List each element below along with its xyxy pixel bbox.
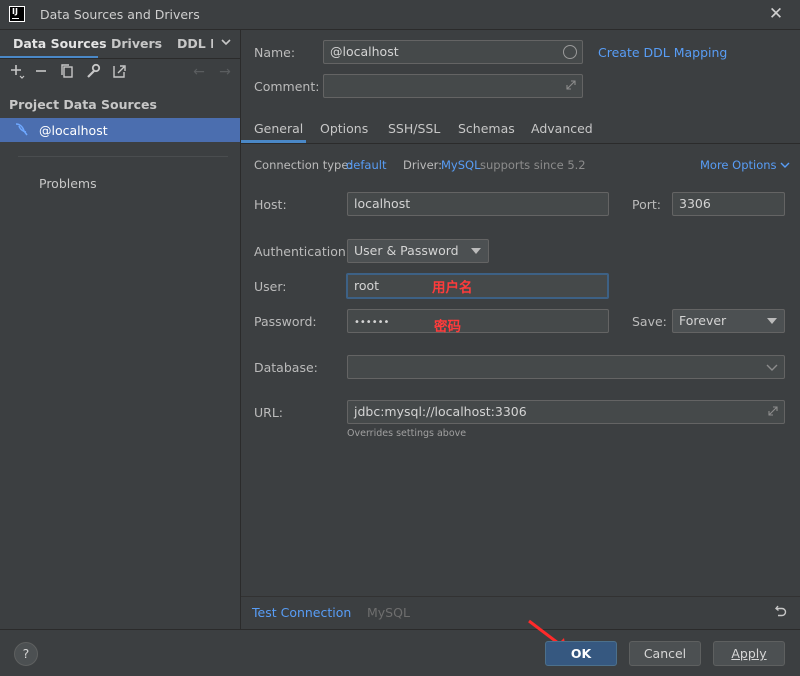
save-value: Forever xyxy=(679,313,727,328)
ok-button[interactable]: OK xyxy=(545,641,617,666)
authentication-value: User & Password xyxy=(354,243,459,258)
user-label: User: xyxy=(254,279,287,294)
tab-data-sources[interactable]: Data Sources xyxy=(13,36,107,51)
more-options-link[interactable]: More Options xyxy=(700,158,790,172)
apply-button[interactable]: Apply xyxy=(713,641,785,666)
password-label: Password: xyxy=(254,314,317,329)
divider xyxy=(0,58,241,59)
save-select[interactable]: Forever xyxy=(672,309,785,333)
copy-icon[interactable] xyxy=(58,62,76,82)
tab-drivers[interactable]: Drivers xyxy=(111,36,162,51)
chevron-down-icon xyxy=(780,162,790,168)
project-data-sources-heading: Project Data Sources xyxy=(9,97,157,112)
name-value: @localhost xyxy=(330,44,399,59)
url-note: Overrides settings above xyxy=(347,428,467,439)
mysql-dolphin-icon xyxy=(14,121,30,137)
navigate-icon[interactable] xyxy=(110,62,128,82)
password-field[interactable]: •••••• xyxy=(347,309,609,333)
wrench-icon[interactable] xyxy=(84,62,102,82)
problems-item[interactable]: Problems xyxy=(39,176,97,191)
remove-icon[interactable] xyxy=(32,62,50,82)
dropdown-arrow-icon xyxy=(767,318,777,324)
password-value: •••••• xyxy=(354,317,390,328)
data-source-item[interactable] xyxy=(0,118,240,142)
color-circle-icon[interactable] xyxy=(563,45,577,59)
dropdown-arrow-icon xyxy=(471,248,481,254)
authentication-label: Authentication: xyxy=(254,244,350,259)
driver-footer-label: MySQL xyxy=(367,605,410,620)
user-annotation: 用户名 xyxy=(432,280,473,296)
test-connection-link[interactable]: Test Connection xyxy=(252,605,351,620)
divider xyxy=(241,143,800,144)
port-label: Port: xyxy=(632,197,661,212)
database-label: Database: xyxy=(254,360,318,375)
chevron-down-icon[interactable] xyxy=(220,36,232,51)
help-button[interactable]: ? xyxy=(14,642,38,666)
divider xyxy=(241,596,800,597)
expand-icon[interactable] xyxy=(564,78,578,95)
create-ddl-mapping-link[interactable]: Create DDL Mapping xyxy=(598,45,727,60)
comment-field[interactable] xyxy=(323,74,583,98)
tab-ddl-mappings[interactable]: DDL M xyxy=(177,36,213,51)
comment-label: Comment: xyxy=(254,79,320,94)
host-label: Host: xyxy=(254,197,287,212)
divider xyxy=(0,629,800,630)
tab-schemas[interactable]: Schemas xyxy=(458,121,515,136)
host-field[interactable]: localhost xyxy=(347,192,609,216)
expand-icon[interactable] xyxy=(766,404,780,421)
window-title: Data Sources and Drivers xyxy=(40,7,200,22)
password-annotation: 密码 xyxy=(434,319,461,335)
port-field[interactable]: 3306 xyxy=(672,192,785,216)
back-arrow-icon[interactable]: ← xyxy=(190,62,208,82)
url-label: URL: xyxy=(254,405,284,420)
user-value: root xyxy=(354,278,380,293)
save-label: Save: xyxy=(632,314,667,329)
url-value: jdbc:mysql://localhost:3306 xyxy=(354,404,527,419)
more-options-label: More Options xyxy=(700,158,777,172)
add-icon[interactable] xyxy=(8,62,26,82)
url-field[interactable]: jdbc:mysql://localhost:3306 xyxy=(347,400,785,424)
tab-general[interactable]: General xyxy=(254,121,303,136)
close-icon[interactable]: ✕ xyxy=(766,3,786,25)
driver-label: Driver: xyxy=(403,158,443,172)
database-select[interactable] xyxy=(347,355,785,379)
chevron-down-icon xyxy=(766,361,778,376)
forward-arrow-icon[interactable]: → xyxy=(216,62,234,82)
divider xyxy=(18,156,228,157)
connection-type-link[interactable]: default xyxy=(346,158,386,172)
reset-icon[interactable] xyxy=(774,604,788,621)
user-field[interactable]: root xyxy=(346,273,609,299)
tab-options[interactable]: Options xyxy=(320,121,368,136)
tab-ssh-ssl[interactable]: SSH/SSL xyxy=(388,121,440,136)
intellij-logo-icon: IJ xyxy=(9,6,25,22)
name-field[interactable]: @localhost xyxy=(323,40,583,64)
driver-support-note: supports since 5.2 xyxy=(480,158,586,172)
data-source-label: @localhost xyxy=(39,123,108,138)
connection-type-label: Connection type: xyxy=(254,158,353,172)
tab-advanced[interactable]: Advanced xyxy=(531,121,593,136)
name-label: Name: xyxy=(254,45,296,60)
port-value: 3306 xyxy=(679,196,711,211)
driver-link[interactable]: MySQL xyxy=(441,158,481,172)
host-value: localhost xyxy=(354,196,411,211)
authentication-select[interactable]: User & Password xyxy=(347,239,489,263)
cancel-button[interactable]: Cancel xyxy=(629,641,701,666)
